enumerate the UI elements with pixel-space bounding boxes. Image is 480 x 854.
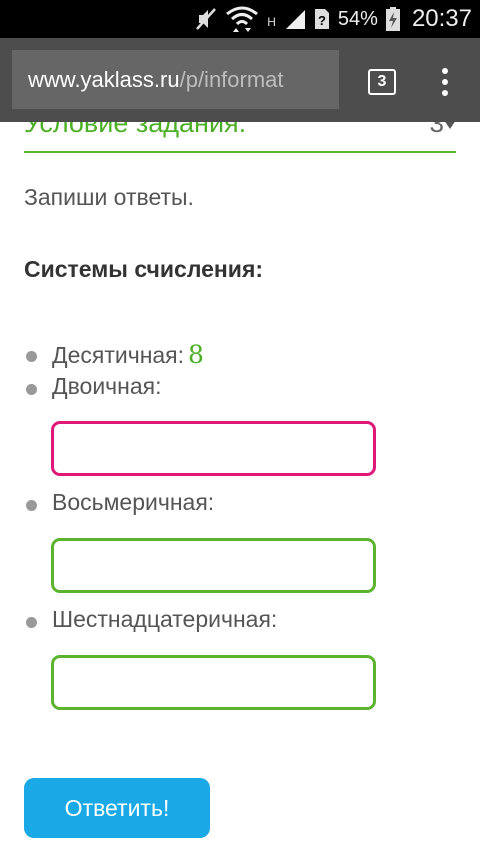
binary-answer-input[interactable] xyxy=(51,421,376,476)
browser-toolbar: www.yaklass.ru/p/informat 3 xyxy=(0,38,480,122)
decimal-value: 8 xyxy=(188,340,204,369)
octal-label: Восьмеричная: xyxy=(52,489,215,515)
dropdown-arrow-icon xyxy=(444,122,456,129)
address-bar[interactable]: www.yaklass.ru/p/informat xyxy=(12,50,339,109)
task-header-title: Условие задания: xyxy=(24,122,247,138)
bullet-icon xyxy=(26,351,37,362)
wifi-icon xyxy=(225,0,259,38)
item-label-decimal: Десятичная: 8 xyxy=(52,340,204,369)
unknown-sim-icon: ? xyxy=(314,0,330,38)
page-content: Условие задания: 3 Запиши ответы. Систем… xyxy=(0,122,480,854)
bullet-icon xyxy=(26,617,37,628)
task-header[interactable]: Условие задания: 3 xyxy=(24,122,456,153)
hex-label: Шестнадцатеричная: xyxy=(52,606,278,632)
svg-text:?: ? xyxy=(318,13,326,28)
signal-icon xyxy=(284,0,306,38)
battery-charging-icon xyxy=(385,0,400,38)
hex-answer-input[interactable] xyxy=(51,655,376,710)
url-host: www.yaklass.ru xyxy=(28,66,180,92)
overflow-menu-icon[interactable] xyxy=(430,64,460,100)
clock: 20:37 xyxy=(411,5,472,32)
task-number: 3 xyxy=(429,122,444,138)
mute-icon xyxy=(195,0,217,38)
network-type-label: H xyxy=(267,15,276,29)
decimal-label: Десятичная: xyxy=(52,342,185,368)
octal-answer-input[interactable] xyxy=(51,538,376,593)
binary-label: Двоичная: xyxy=(52,373,162,399)
bullet-icon xyxy=(26,500,37,511)
task-instruction: Запиши ответы. xyxy=(24,184,194,210)
submit-answer-button[interactable]: Ответить! xyxy=(24,778,210,838)
status-bar: H ? 54% 20:37 xyxy=(0,0,480,38)
battery-percent: 54% xyxy=(337,7,378,30)
section-title: Системы счисления: xyxy=(24,256,264,282)
bullet-icon xyxy=(26,384,37,395)
url-path: /p/informat xyxy=(179,66,284,92)
tabs-count-button[interactable]: 3 xyxy=(368,69,396,95)
